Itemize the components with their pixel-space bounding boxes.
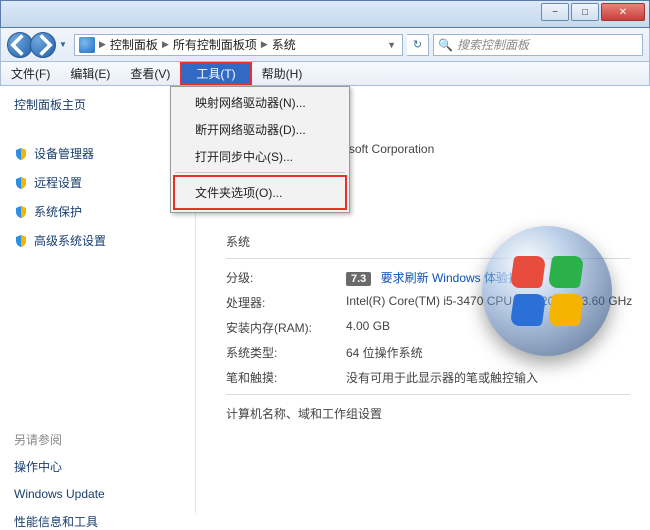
menu-file[interactable]: 文件(F) [1,62,60,85]
spec-type-key: 系统类型: [226,344,346,361]
logo-green-pane [548,256,584,288]
crumb-all-items[interactable]: 所有控制面板项 [173,36,257,53]
sidebar-home[interactable]: 控制面板主页 [14,96,195,113]
minimize-button[interactable]: − [541,3,569,21]
sidebar-item-label: 远程设置 [34,174,82,191]
menu-divider [175,172,345,173]
wei-badge: 7.3 [346,272,371,286]
spec-pen-key: 笔和触摸: [226,369,346,386]
logo-yellow-pane [548,294,584,326]
window-titlebar: − □ ✕ [0,0,650,28]
sidebar-foot-windows-update[interactable]: Windows Update [14,487,195,501]
menu-item-map-drive[interactable]: 映射网络驱动器(N)... [173,89,347,116]
sidebar-item-advanced[interactable]: 高级系统设置 [14,232,195,249]
menu-view[interactable]: 查看(V) [120,62,180,85]
menu-bar: 文件(F) 编辑(E) 查看(V) 工具(T) 帮助(H) [0,62,650,86]
chevron-right-icon: ▶ [259,39,270,50]
sidebar-item-remote[interactable]: 远程设置 [14,174,195,191]
section-workgroup: 计算机名称、域和工作组设置 [226,405,650,422]
crumb-system[interactable]: 系统 [272,36,296,53]
sidebar-item-label: 设备管理器 [34,145,94,162]
shield-icon [14,147,28,161]
breadcrumb-dropdown-icon[interactable]: ▼ [385,40,398,50]
sidebar-item-label: 高级系统设置 [34,232,106,249]
menu-tools[interactable]: 工具(T) [180,62,251,85]
logo-red-pane [510,256,546,288]
tools-menu-dropdown: 映射网络驱动器(N)... 断开网络驱动器(D)... 打开同步中心(S)...… [170,86,350,213]
sidebar-foot-action-center[interactable]: 操作中心 [14,458,195,475]
nav-history-dropdown[interactable]: ▼ [56,40,70,49]
forward-button[interactable] [30,32,56,58]
menu-item-disconnect-drive[interactable]: 断开网络驱动器(D)... [173,116,347,143]
crumb-control-panel[interactable]: 控制面板 [110,36,158,53]
search-input[interactable]: 🔍 搜索控制面板 [433,34,643,56]
spec-cpu-key: 处理器: [226,294,346,311]
maximize-button[interactable]: □ [571,3,599,21]
shield-icon [14,234,28,248]
search-placeholder: 搜索控制面板 [457,36,529,53]
sidebar-foot-performance[interactable]: 性能信息和工具 [14,513,195,530]
sidebar-item-label: 系统保护 [34,203,82,220]
chevron-right-icon: ▶ [160,39,171,50]
sidebar-item-device-manager[interactable]: 设备管理器 [14,145,195,162]
spec-pen-val: 没有可用于此显示器的笔或触控输入 [346,369,650,386]
sidebar-item-protection[interactable]: 系统保护 [14,203,195,220]
spec-rating-key: 分级: [226,269,346,286]
menu-edit[interactable]: 编辑(E) [60,62,120,85]
shield-icon [14,176,28,190]
menu-help[interactable]: 帮助(H) [252,62,313,85]
sidebar: 控制面板主页 设备管理器 远程设置 系统保护 高级系统设置 另请参阅 操作中心 … [0,86,196,513]
menu-item-folder-options[interactable]: 文件夹选项(O)... [177,179,343,206]
windows-logo [482,226,622,366]
chevron-right-icon: ▶ [97,39,108,50]
menu-item-sync-center[interactable]: 打开同步中心(S)... [173,143,347,170]
logo-blue-pane [510,294,546,326]
refresh-button[interactable]: ↻ [407,34,429,56]
location-icon [79,37,95,53]
search-icon: 🔍 [438,38,453,52]
close-button[interactable]: ✕ [601,3,645,21]
address-bar: ▼ ▶ 控制面板 ▶ 所有控制面板项 ▶ 系统 ▼ ↻ 🔍 搜索控制面板 [0,28,650,62]
spec-ram-key: 安装内存(RAM): [226,319,346,336]
sidebar-see-also: 另请参阅 [14,431,195,448]
shield-icon [14,205,28,219]
breadcrumb[interactable]: ▶ 控制面板 ▶ 所有控制面板项 ▶ 系统 ▼ [74,34,403,56]
